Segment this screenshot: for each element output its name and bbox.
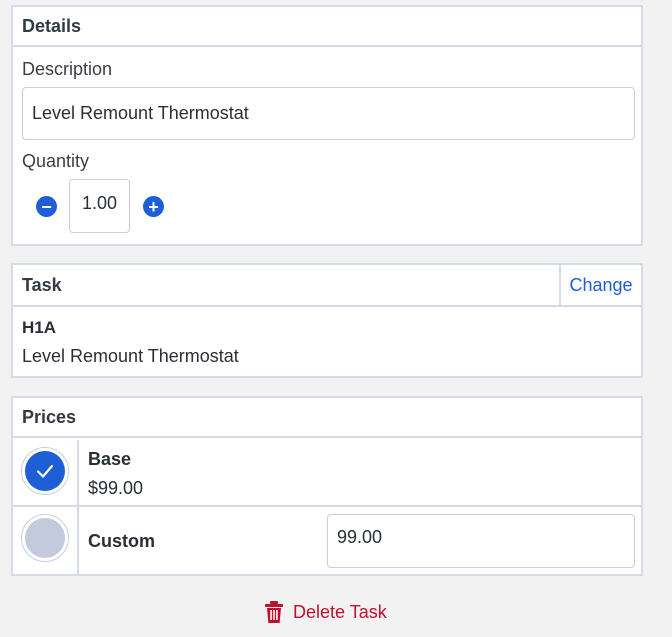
price-option-base[interactable]: Base $99.00 (13, 440, 641, 507)
description-label: Description (22, 59, 113, 79)
minus-circle-icon: − (41, 196, 52, 217)
quantity-input[interactable]: 1.00 (69, 179, 130, 233)
task-card: Task Change H1A Level Remount Thermostat (11, 263, 643, 378)
radio-checked (25, 451, 65, 491)
custom-radio[interactable] (21, 514, 69, 562)
radio-unchecked (25, 518, 65, 558)
task-description: Level Remount Thermostat (22, 346, 239, 366)
delete-task-button[interactable]: Delete Task (264, 600, 387, 624)
prices-title: Prices (13, 398, 641, 438)
price-option-name: Base (88, 449, 132, 469)
details-title: Details (13, 7, 641, 47)
price-option-custom[interactable]: Custom 99.00 (13, 507, 641, 574)
price-option-name: Custom (88, 531, 155, 551)
increment-button[interactable]: + (143, 196, 164, 217)
decrement-button[interactable]: − (36, 196, 57, 217)
prices-card: Prices Base $99.00 Custom 99.00 (11, 396, 643, 576)
details-card: Details Description Level Remount Thermo… (11, 5, 643, 246)
task-header: Task Change (13, 265, 641, 307)
check-icon (36, 464, 54, 478)
change-task-link[interactable]: Change (559, 265, 641, 305)
task-title: Task (22, 274, 62, 295)
custom-price-input[interactable]: 99.00 (327, 514, 635, 568)
plus-circle-icon: + (148, 196, 159, 217)
description-field[interactable]: Level Remount Thermostat (22, 87, 635, 140)
radio-cell (13, 507, 79, 574)
quantity-label: Quantity (22, 151, 90, 171)
price-option-amount: $99.00 (88, 478, 144, 498)
delete-task-label: Delete Task (293, 601, 387, 622)
task-code: H1A (22, 318, 57, 337)
base-radio[interactable] (21, 447, 69, 495)
trash-icon (265, 601, 283, 623)
radio-cell (13, 440, 79, 505)
